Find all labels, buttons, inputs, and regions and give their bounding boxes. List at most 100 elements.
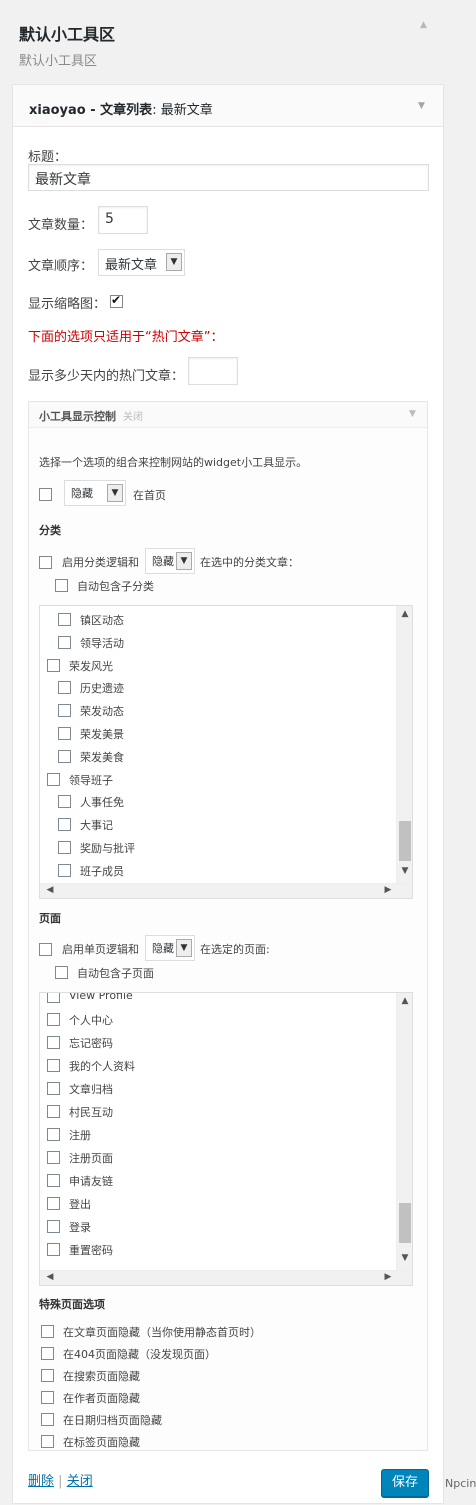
- category-children-checkbox[interactable]: [55, 579, 68, 592]
- count-input[interactable]: 5: [98, 206, 148, 234]
- special-option-checkbox[interactable]: [41, 1391, 54, 1404]
- home-select[interactable]: 隐藏 ▼: [64, 480, 126, 506]
- category-item-label: 荣发风光: [69, 659, 113, 673]
- special-option-checkbox[interactable]: [41, 1325, 54, 1338]
- delete-link[interactable]: 删除: [28, 1474, 54, 1489]
- category-item-checkbox[interactable]: [58, 635, 71, 649]
- special-option-checkbox[interactable]: [41, 1347, 54, 1360]
- category-logic-select[interactable]: 隐藏 ▼: [145, 548, 195, 574]
- count-label: 文章数量：: [28, 218, 94, 233]
- page-item-label: 注册页面: [69, 1152, 113, 1165]
- close-link[interactable]: 关闭: [67, 1474, 93, 1489]
- page-item-checkbox[interactable]: [47, 1220, 60, 1233]
- widget-header[interactable]: xiaoyao - 文章列表: 最新文章 ▼: [13, 85, 443, 127]
- page-item-checkbox[interactable]: [47, 1036, 60, 1049]
- chevron-up-icon[interactable]: ▲: [397, 996, 412, 1006]
- special-option-checkbox[interactable]: [41, 1369, 54, 1382]
- chevron-down-icon[interactable]: ▼: [397, 1253, 412, 1263]
- thumb-checkbox[interactable]: [110, 293, 123, 308]
- display-control-header[interactable]: 小工具显示控制 关闭 ▼: [29, 402, 427, 428]
- category-item-label: 领导活动: [80, 636, 124, 650]
- page-vscrollbar[interactable]: ▲ ▼: [396, 993, 412, 1270]
- category-item-checkbox[interactable]: [58, 841, 71, 854]
- order-select-value: 最新文章: [105, 258, 158, 273]
- page-item-label: 我的个人资料: [69, 1060, 135, 1073]
- category-item-checkbox[interactable]: [58, 863, 71, 877]
- page-hscrollbar[interactable]: ◀ ▶: [40, 1270, 412, 1285]
- widget-title-suffix: : 最新文章: [152, 103, 213, 118]
- category-item-checkbox[interactable]: [58, 749, 71, 763]
- category-item-checkbox[interactable]: [58, 795, 71, 809]
- chevron-left-icon[interactable]: ◀: [42, 1272, 58, 1282]
- page-vscroll-thumb[interactable]: [399, 1203, 411, 1243]
- page-item-label: 村民互动: [69, 1106, 113, 1119]
- page-item-checkbox[interactable]: [47, 1082, 60, 1095]
- page-list[interactable]: View Profile 个人中心 忘记密码 我的个人资料 文章归档 村民互动 注册 注册页面…: [39, 992, 413, 1286]
- page-logic-checkbox[interactable]: [39, 943, 52, 956]
- page-item-checkbox[interactable]: [47, 993, 60, 1003]
- special-option-checkbox[interactable]: [41, 1435, 54, 1448]
- chevron-down-icon[interactable]: ▼: [397, 866, 412, 876]
- category-item-checkbox[interactable]: [47, 658, 60, 672]
- page-item-checkbox[interactable]: [47, 1059, 60, 1072]
- page-item-label: 登出: [69, 1198, 91, 1211]
- chevron-down-icon: ▼: [166, 253, 182, 271]
- sidebar-area: 默认小工具区 默认小工具区 ▲ xiaoyao - 文章列表: 最新文章 ▼ 标…: [0, 0, 476, 1505]
- category-item-checkbox[interactable]: [47, 772, 60, 786]
- page-logic-select[interactable]: 隐藏 ▼: [145, 935, 195, 961]
- order-select[interactable]: 最新文章 ▼: [98, 249, 185, 276]
- category-item-label: 大事记: [80, 819, 113, 833]
- chevron-left-icon[interactable]: ◀: [42, 885, 58, 895]
- triangle-down-icon[interactable]: ▼: [418, 101, 425, 111]
- special-heading: 特殊页面选项: [39, 1298, 105, 1311]
- page-item-checkbox[interactable]: [47, 1151, 60, 1164]
- special-option-checkbox[interactable]: [41, 1413, 54, 1426]
- title-input[interactable]: 最新文章: [28, 164, 429, 191]
- display-control-close[interactable]: 关闭: [123, 408, 143, 423]
- page-heading: 页面: [39, 912, 61, 925]
- category-list[interactable]: 镇区动态 领导活动 荣发风光 历史遗迹 荣发动态 荣发美景 荣发美食 领导班子 人事任免 大事记奖…: [39, 605, 413, 899]
- category-item-label: 班子成员: [80, 864, 124, 878]
- days-input[interactable]: [188, 357, 238, 385]
- category-item-checkbox[interactable]: [58, 818, 71, 832]
- page-item-checkbox[interactable]: [47, 1243, 60, 1256]
- home-checkbox[interactable]: [39, 488, 52, 501]
- page-item-checkbox[interactable]: [47, 1105, 60, 1118]
- category-item-checkbox[interactable]: [58, 704, 71, 718]
- days-label: 显示多少天内的热门文章：: [28, 369, 185, 384]
- category-logic-label: 启用分类逻辑和: [62, 556, 139, 569]
- category-heading: 分类: [39, 524, 61, 537]
- widget-title-strong: 文章列表: [100, 103, 153, 118]
- page-logic-suffix: 在选定的页面:: [200, 943, 270, 956]
- widget-title-prefix: xiaoyao -: [29, 103, 101, 118]
- category-vscrollbar[interactable]: ▲ ▼: [396, 606, 412, 883]
- category-item-checkbox[interactable]: [58, 613, 71, 626]
- category-hscrollbar[interactable]: ◀ ▶: [40, 883, 412, 898]
- page-item-checkbox[interactable]: [47, 1128, 60, 1141]
- page-item-checkbox[interactable]: [47, 1174, 60, 1187]
- page-item-label: 申请友链: [69, 1175, 113, 1188]
- category-item-checkbox[interactable]: [58, 681, 71, 695]
- display-control-title: 小工具显示控制: [39, 410, 116, 423]
- page-children-checkbox[interactable]: [55, 966, 68, 979]
- home-select-value: 隐藏: [71, 487, 93, 500]
- triangle-down-icon[interactable]: ▼: [409, 409, 416, 419]
- chevron-up-icon[interactable]: ▲: [397, 609, 412, 619]
- page-item-label: 注册: [69, 1129, 91, 1142]
- page-item-label: 文章归档: [69, 1083, 113, 1096]
- category-logic-checkbox[interactable]: [39, 556, 52, 569]
- page-item-checkbox[interactable]: [47, 1197, 60, 1210]
- save-button[interactable]: 保存: [381, 1469, 429, 1497]
- category-item-label: 荣发动态: [80, 705, 124, 719]
- triangle-up-icon[interactable]: ▲: [420, 20, 427, 30]
- category-children-label: 自动包含子分类: [77, 580, 154, 593]
- chevron-right-icon[interactable]: ▶: [380, 1272, 396, 1282]
- page-item-checkbox[interactable]: [47, 1013, 60, 1026]
- category-vscroll-thumb[interactable]: [399, 821, 411, 861]
- category-item-checkbox[interactable]: [58, 727, 71, 740]
- page-item-label: 登录: [69, 1221, 91, 1234]
- widget-latest-posts: xiaoyao - 文章列表: 最新文章 ▼ 标题： 最新文章 文章数量： 5 …: [12, 84, 476, 1504]
- chevron-right-icon[interactable]: ▶: [380, 885, 396, 895]
- chevron-down-icon: ▼: [176, 939, 192, 957]
- page-item-label: 个人中心: [69, 1014, 113, 1027]
